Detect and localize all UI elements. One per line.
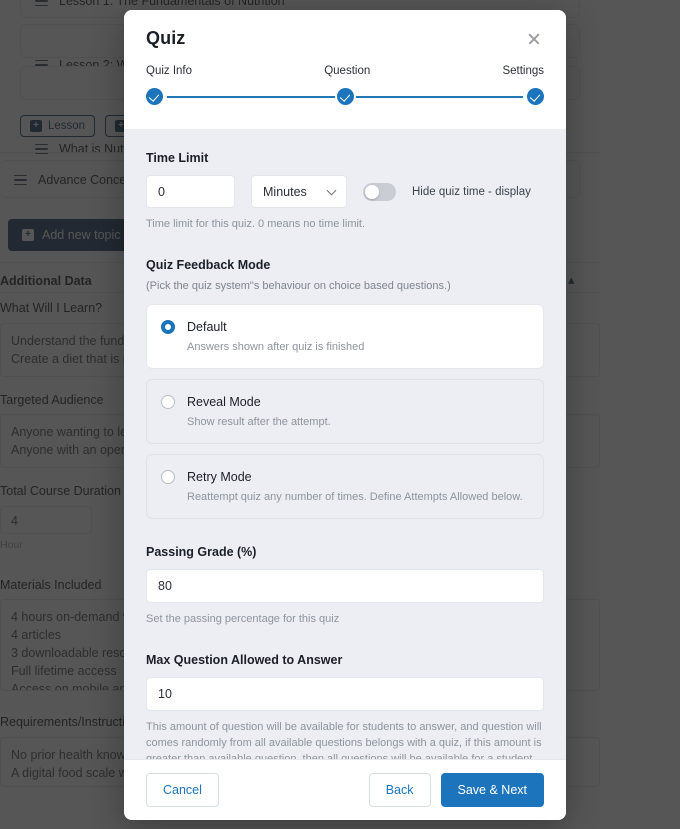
hide-quiz-time-label: Hide quiz time - display xyxy=(412,185,531,198)
feedback-option-reveal[interactable]: Reveal Mode Show result after the attemp… xyxy=(146,379,544,444)
save-and-next-button[interactable]: Save & Next xyxy=(440,773,544,807)
max-question-label: Max Question Allowed to Answer xyxy=(146,653,343,667)
time-limit-hint: Time limit for this quiz. 0 means no tim… xyxy=(146,218,366,230)
passing-grade-hint: Set the passing percentage for this quiz xyxy=(146,613,340,625)
feedback-option-desc: Reattempt quiz any number of times. Defi… xyxy=(187,491,523,503)
feedback-mode-section: Quiz Feedback Mode (Pick the quiz system… xyxy=(146,258,544,519)
feedback-option-title: Reveal Mode xyxy=(187,395,261,409)
radio-icon[interactable] xyxy=(161,320,175,334)
step-dot-question[interactable] xyxy=(336,88,354,105)
step-label-settings[interactable]: Settings xyxy=(502,65,544,77)
screen: Lesson 1: The Fundamentals of Nutrition … xyxy=(0,0,680,829)
step-label-question[interactable]: Question xyxy=(324,65,370,77)
modal-footer: Cancel Back Save & Next xyxy=(124,759,566,820)
back-button[interactable]: Back xyxy=(368,773,431,807)
modal-body: Time Limit 0 Minutes Hide quiz time - di… xyxy=(124,129,566,759)
passing-grade-input[interactable]: 80 xyxy=(146,569,544,603)
chevron-down-icon xyxy=(326,185,337,195)
feedback-mode-label: Quiz Feedback Mode xyxy=(146,258,271,272)
close-icon[interactable] xyxy=(524,28,544,48)
radio-icon[interactable] xyxy=(161,395,175,409)
feedback-option-default[interactable]: Default Answers shown after quiz is fini… xyxy=(146,304,544,369)
time-limit-input[interactable]: 0 xyxy=(146,175,235,208)
step-dot-quiz-info[interactable] xyxy=(146,88,163,105)
quiz-stepper: Quiz Info Question Settings xyxy=(146,65,544,107)
step-label-quiz-info[interactable]: Quiz Info xyxy=(146,65,192,77)
passing-grade-label: Passing Grade (%) xyxy=(146,545,257,559)
quiz-modal: Quiz Quiz Info Question Settings Time Li… xyxy=(124,10,566,820)
feedback-option-retry[interactable]: Retry Mode Reattempt quiz any number of … xyxy=(146,454,544,519)
feedback-option-title: Retry Mode xyxy=(187,470,252,484)
time-unit-value: Minutes xyxy=(263,184,307,199)
feedback-option-desc: Answers shown after quiz is finished xyxy=(187,341,365,353)
feedback-option-desc: Show result after the attempt. xyxy=(187,416,331,428)
feedback-mode-note: (Pick the quiz system"s behaviour on cho… xyxy=(146,280,451,292)
max-question-hint: This amount of question will be availabl… xyxy=(146,721,542,759)
time-limit-section: Time Limit 0 Minutes Hide quiz time - di… xyxy=(146,151,544,232)
modal-header: Quiz Quiz Info Question Settings xyxy=(124,10,566,129)
modal-title: Quiz xyxy=(146,28,186,48)
max-question-section: Max Question Allowed to Answer 10 This a… xyxy=(146,653,544,759)
radio-icon[interactable] xyxy=(161,470,175,484)
max-question-input[interactable]: 10 xyxy=(146,677,544,711)
cancel-button[interactable]: Cancel xyxy=(146,773,219,807)
time-unit-select[interactable]: Minutes xyxy=(251,175,347,208)
hide-quiz-time-toggle[interactable] xyxy=(363,182,396,201)
passing-grade-section: Passing Grade (%) 80 Set the passing per… xyxy=(146,545,544,627)
feedback-option-title: Default xyxy=(187,320,227,334)
time-limit-label: Time Limit xyxy=(146,151,209,165)
step-dot-settings[interactable] xyxy=(527,88,544,105)
